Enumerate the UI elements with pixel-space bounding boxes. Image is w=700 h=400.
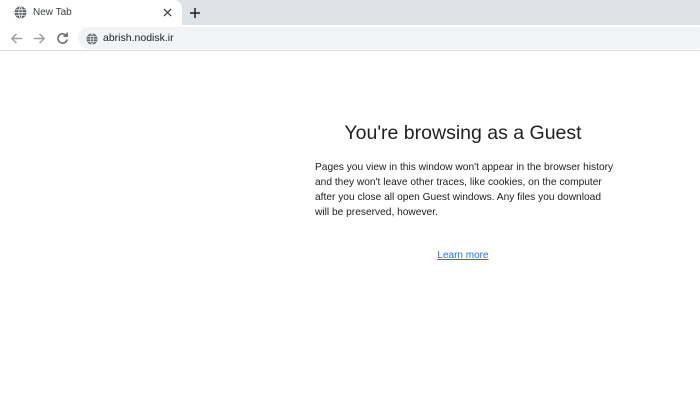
tab-title: New Tab — [33, 7, 72, 18]
guest-description: Pages you view in this window won't appe… — [315, 162, 614, 218]
globe-icon — [86, 32, 98, 45]
learn-more-link[interactable]: Learn more — [413, 249, 513, 263]
forward-button[interactable] — [29, 28, 49, 48]
reload-icon — [56, 31, 68, 44]
new-tab-button[interactable] — [186, 4, 204, 22]
page-title: You're browsing as a Guest — [344, 122, 582, 144]
reload-button[interactable] — [52, 28, 72, 48]
globe-icon — [14, 6, 27, 19]
arrow-left-icon — [10, 32, 22, 44]
tab-new-tab[interactable]: New Tab — [0, 0, 182, 25]
url-text: abrish.nodisk.ir — [103, 32, 174, 44]
close-icon[interactable] — [161, 6, 174, 19]
back-button[interactable] — [6, 28, 26, 48]
arrow-right-icon — [33, 32, 45, 44]
plus-icon — [190, 8, 200, 18]
browser-toolbar: abrish.nodisk.ir — [0, 25, 700, 51]
tab-strip: New Tab — [0, 0, 700, 25]
address-bar[interactable]: abrish.nodisk.ir — [78, 27, 700, 49]
